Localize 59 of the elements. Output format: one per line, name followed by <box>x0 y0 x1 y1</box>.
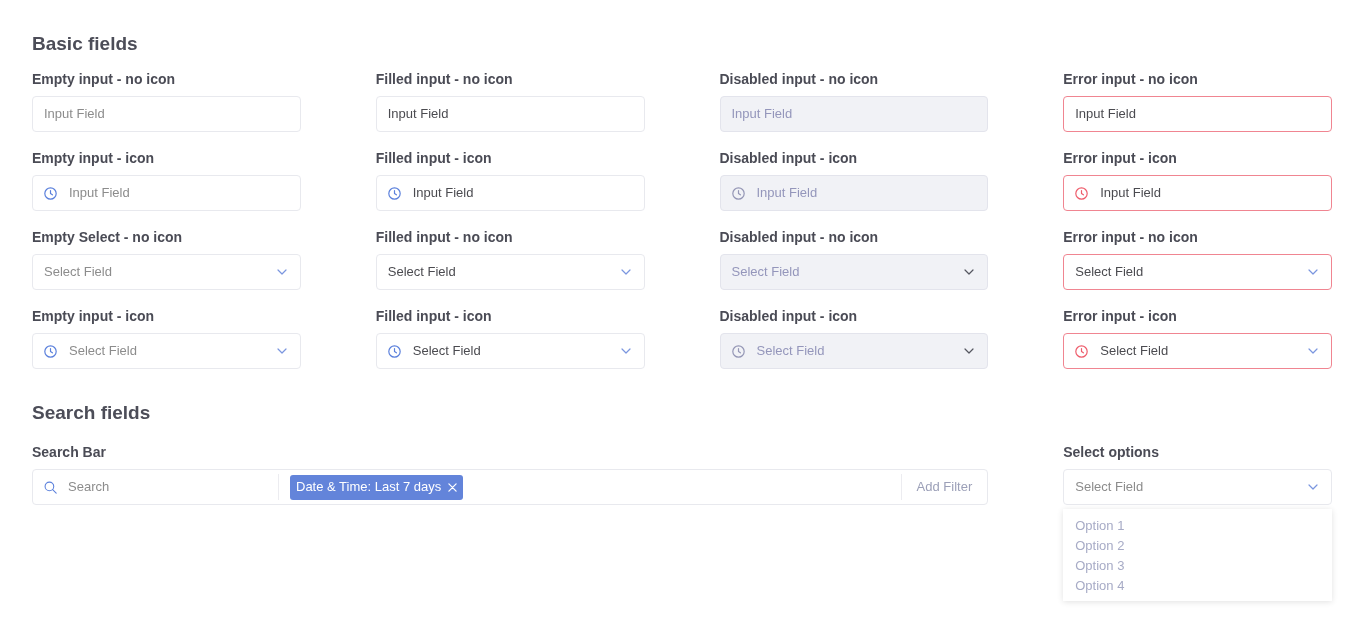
dropdown-option[interactable]: Option 3 <box>1063 556 1332 576</box>
clock-icon <box>1075 344 1089 358</box>
select-field[interactable]: Select Field <box>1063 254 1332 290</box>
chevron-down-icon <box>964 348 975 354</box>
field-label: Error input - icon <box>1063 149 1178 167</box>
field-label: Disabled input - icon <box>719 307 859 325</box>
clock-icon <box>387 186 401 200</box>
chevron-down-icon <box>620 348 631 354</box>
clock-icon <box>44 344 57 358</box>
close-icon[interactable] <box>448 482 458 492</box>
field-label: Error input - no icon <box>1063 228 1199 246</box>
input-field[interactable]: Input Field <box>375 175 645 211</box>
search-input[interactable]: Search <box>33 470 278 504</box>
field-label: Error input - icon <box>1063 307 1178 325</box>
field-label: Filled input - no icon <box>375 228 514 246</box>
clock-icon <box>1075 186 1089 200</box>
field-label: Disabled input - no icon <box>719 228 880 246</box>
select-field[interactable]: Select Field <box>32 254 301 290</box>
select-field[interactable]: Select Field <box>375 333 645 369</box>
dropdown-option[interactable]: Option 1 <box>1063 516 1332 536</box>
input-field[interactable]: Input Field <box>1063 96 1332 132</box>
field-label: Disabled input - no icon <box>719 70 880 88</box>
select-field[interactable]: Select Field <box>1063 333 1332 369</box>
add-filter-button[interactable]: Add Filter <box>901 470 988 504</box>
field-label: Empty input - icon <box>32 307 156 325</box>
search-icon <box>44 480 57 494</box>
input-field[interactable]: Input Field <box>32 96 301 132</box>
field-label: Empty Select - no icon <box>32 228 184 246</box>
select-field[interactable]: Select Field <box>32 333 301 369</box>
section-heading: Search fields <box>32 401 152 425</box>
field-label: Filled input - icon <box>375 149 493 167</box>
chevron-down-icon <box>276 269 287 275</box>
chevron-down-icon <box>1308 348 1318 354</box>
input-field[interactable]: Input Field <box>375 96 645 132</box>
select-field[interactable]: Select Field <box>1063 469 1332 505</box>
input-field[interactable]: Input Field <box>1063 175 1332 211</box>
chevron-down-icon <box>1308 484 1318 490</box>
clock-icon <box>731 186 745 200</box>
field-label: Error input - no icon <box>1063 70 1199 88</box>
field-label: Search Bar <box>32 443 107 461</box>
clock-icon <box>731 344 745 358</box>
section-heading: Basic fields <box>32 32 139 56</box>
field-label: Filled input - icon <box>375 307 493 325</box>
field-label: Filled input - no icon <box>375 70 514 88</box>
field-label: Disabled input - icon <box>719 149 859 167</box>
dropdown-option[interactable]: Option 4 <box>1063 576 1332 596</box>
field-label: Empty input - no icon <box>32 70 177 88</box>
chevron-down-icon <box>964 269 975 275</box>
clock-icon <box>44 186 57 200</box>
chevron-down-icon <box>620 269 631 275</box>
chevron-down-icon <box>276 348 287 354</box>
field-label: Empty input - icon <box>32 149 156 167</box>
field-label: Select options <box>1063 443 1160 461</box>
clock-icon <box>387 344 401 358</box>
select-field[interactable]: Select Field <box>375 254 645 290</box>
filter-chip[interactable]: Date & Time: Last 7 days <box>290 474 464 500</box>
dropdown-option[interactable]: Option 2 <box>1063 536 1332 556</box>
input-field[interactable]: Input Field <box>32 175 301 211</box>
chevron-down-icon <box>1308 269 1318 275</box>
